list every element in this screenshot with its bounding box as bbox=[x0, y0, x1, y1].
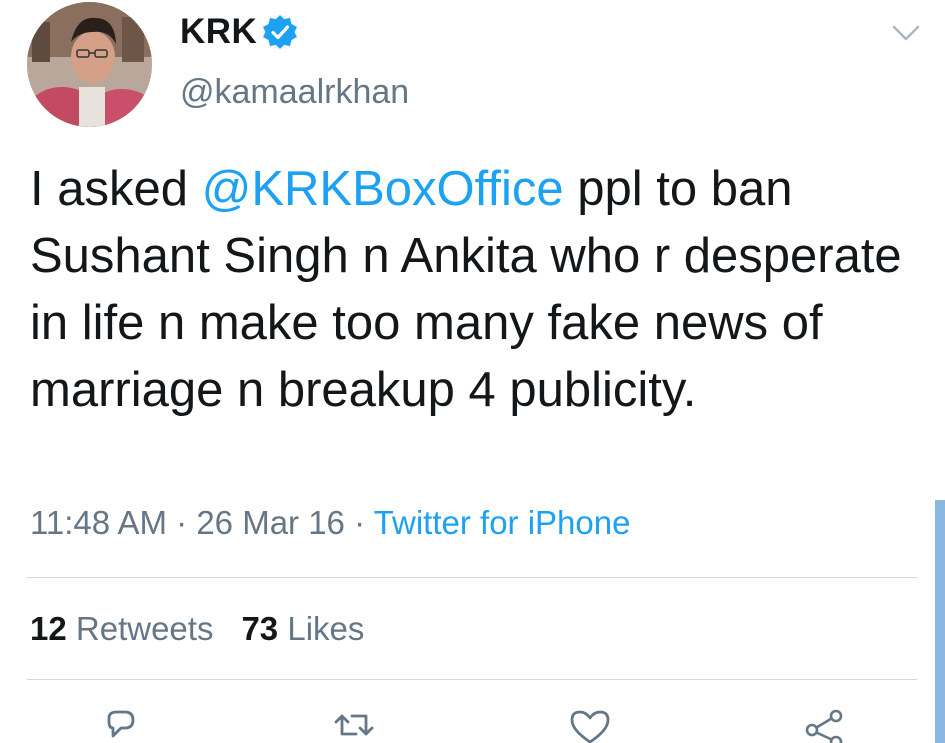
likes-count: 73 bbox=[241, 610, 279, 647]
tweet-stats: 12 Retweets 73 Likes bbox=[30, 610, 364, 648]
likes-stat[interactable]: 73 Likes bbox=[241, 610, 364, 647]
tweet-text-start: I asked bbox=[30, 162, 202, 216]
share-icon[interactable] bbox=[800, 708, 848, 743]
verified-badge-icon bbox=[263, 15, 297, 49]
meta-separator: · bbox=[354, 504, 366, 541]
likes-label: Likes bbox=[287, 610, 365, 647]
retweets-count: 12 bbox=[30, 610, 67, 647]
divider bbox=[27, 577, 917, 578]
tweet-card: KRK @kamaalrkhan I asked @KRKBoxOffice p… bbox=[0, 0, 945, 743]
display-name[interactable]: KRK bbox=[180, 12, 257, 52]
mention-link[interactable]: @KRKBoxOffice bbox=[202, 162, 564, 216]
avatar[interactable] bbox=[27, 2, 152, 127]
meta-separator: · bbox=[176, 504, 188, 541]
tweet-date[interactable]: 26 Mar 16 bbox=[196, 504, 345, 541]
tweet-meta: 11:48 AM · 26 Mar 16 · Twitter for iPhon… bbox=[30, 504, 630, 542]
tweet-time[interactable]: 11:48 AM bbox=[30, 504, 167, 541]
retweet-icon[interactable] bbox=[330, 708, 378, 743]
tweet-source-link[interactable]: Twitter for iPhone bbox=[374, 504, 631, 541]
retweets-stat[interactable]: 12 Retweets bbox=[30, 610, 213, 647]
avatar-image bbox=[27, 2, 152, 127]
divider bbox=[27, 679, 917, 680]
scrollbar[interactable] bbox=[935, 500, 945, 743]
user-handle[interactable]: @kamaalrkhan bbox=[180, 73, 409, 112]
reply-icon[interactable] bbox=[95, 708, 143, 743]
chevron-down-icon[interactable] bbox=[890, 22, 922, 44]
tweet-text: I asked @KRKBoxOffice ppl to ban Sushant… bbox=[30, 156, 910, 424]
retweets-label: Retweets bbox=[75, 610, 214, 647]
heart-icon[interactable] bbox=[566, 708, 614, 743]
